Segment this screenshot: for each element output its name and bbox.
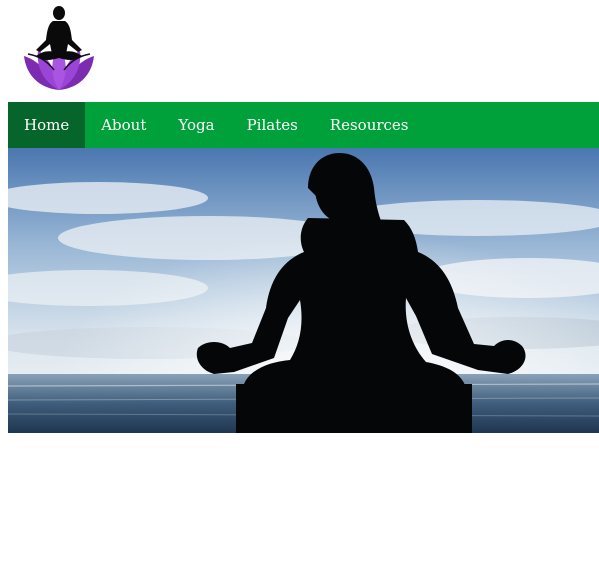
hero-image bbox=[8, 148, 599, 433]
nav-item-label: Yoga bbox=[178, 116, 215, 134]
main-nav: Home About Yoga Pilates Resources bbox=[8, 102, 599, 148]
nav-item-label: Resources bbox=[329, 116, 409, 134]
nav-item-label: Pilates bbox=[246, 116, 298, 134]
hero-scene bbox=[8, 148, 599, 433]
lotus-meditation-icon bbox=[24, 6, 94, 90]
nav-item-label: About bbox=[101, 116, 147, 134]
nav-item-about[interactable]: About bbox=[85, 102, 162, 148]
nav-item-resources[interactable]: Resources bbox=[314, 102, 425, 148]
site-logo[interactable] bbox=[18, 4, 100, 92]
nav-item-label: Home bbox=[24, 116, 70, 134]
nav-item-pilates[interactable]: Pilates bbox=[231, 102, 314, 148]
nav-item-home[interactable]: Home bbox=[8, 102, 86, 148]
page: Home About Yoga Pilates Resources bbox=[0, 0, 599, 581]
nav-item-yoga[interactable]: Yoga bbox=[162, 102, 230, 148]
